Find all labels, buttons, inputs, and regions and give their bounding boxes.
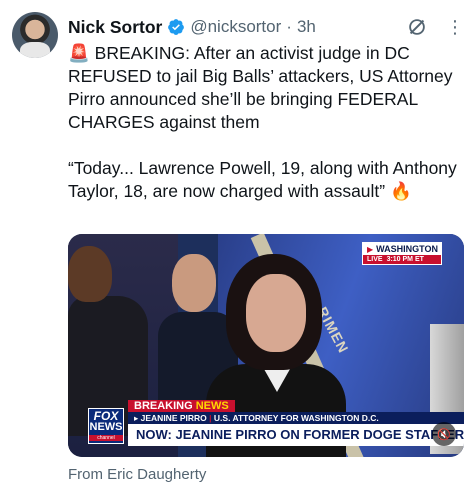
logo-line: NEWS bbox=[89, 421, 123, 433]
avatar[interactable] bbox=[12, 12, 58, 58]
handle[interactable]: @nicksortor bbox=[190, 17, 281, 37]
live-location: WASHINGTON bbox=[376, 244, 438, 254]
logo-line: channel bbox=[89, 435, 123, 441]
breaking-banner: BREAKING NEWS bbox=[128, 400, 235, 412]
video-source-attribution[interactable]: From Eric Daugherty bbox=[68, 466, 206, 483]
timestamp[interactable]: 3h bbox=[297, 17, 316, 37]
breaking-label: BREAKING bbox=[134, 400, 193, 412]
live-time: 3:10 PM ET bbox=[386, 256, 424, 263]
tweet-header: Nick Sortor @nicksortor · 3h ⋮ bbox=[68, 14, 464, 40]
breaking-news-label: NEWS bbox=[195, 400, 229, 412]
video-player[interactable]: RIMEN ▶ WASHINGTON LIVE 3:10 PM ET FOX NEW… bbox=[68, 234, 464, 457]
subject-title: U.S. ATTORNEY FOR WASHINGTON D.C. bbox=[213, 413, 379, 423]
display-name[interactable]: Nick Sortor bbox=[68, 17, 162, 38]
tweet-text: 🚨 BREAKING: After an activist judge in D… bbox=[68, 42, 468, 203]
subject-name: JEANINE PIRRO bbox=[140, 413, 207, 423]
lower-third-headline: NOW: JEANINE PIRRO ON FORMER DOGE STAFFE… bbox=[128, 424, 464, 446]
person bbox=[68, 234, 148, 436]
verified-badge-icon bbox=[168, 19, 185, 35]
play-triangle-icon: ▶ bbox=[367, 244, 374, 254]
grok-icon[interactable] bbox=[406, 16, 428, 38]
avatar-shirt bbox=[20, 42, 50, 58]
header-actions: ⋮ bbox=[406, 16, 464, 38]
tweet-text-line: 🚨 BREAKING: After an activist judge in D… bbox=[68, 43, 453, 132]
separator-dot: · bbox=[286, 17, 292, 36]
lower-third-subtitle: ▸ JEANINE PIRRO | U.S. ATTORNEY FOR WASH… bbox=[128, 412, 464, 424]
live-label: LIVE bbox=[367, 256, 383, 263]
mute-icon[interactable]: 🔇 bbox=[432, 422, 456, 446]
more-icon[interactable]: ⋮ bbox=[446, 18, 464, 36]
fox-news-logo: FOX NEWS channel bbox=[88, 408, 124, 444]
tweet-text-line: “Today... Lawrence Powell, 19, along wit… bbox=[68, 158, 457, 201]
live-badge: ▶ WASHINGTON LIVE 3:10 PM ET bbox=[362, 242, 442, 265]
